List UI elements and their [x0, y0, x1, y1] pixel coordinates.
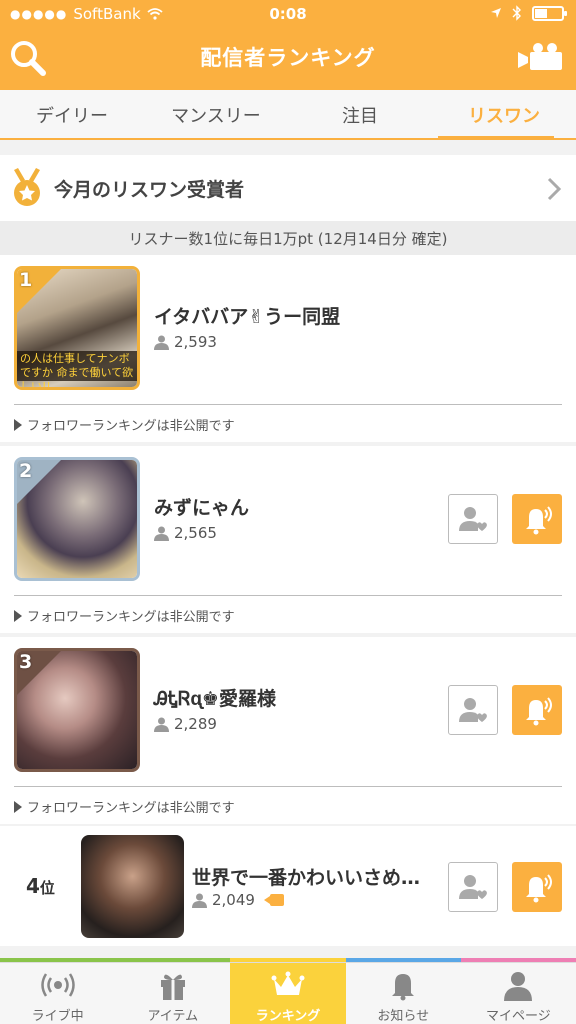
follow-note: フォロワーランキングは非公開です — [14, 404, 562, 442]
page-title: 配信者ランキング — [200, 46, 376, 70]
nav-ranking[interactable]: ランキング — [230, 963, 346, 1024]
status-bar: ●●●●● SoftBank 0:08 — [0, 0, 576, 30]
follow-note-text: フォロワーランキングは非公開です — [27, 801, 235, 816]
bell-signal-icon — [526, 874, 552, 903]
nav-label: ライブ中 — [31, 1009, 84, 1024]
friend-request-button[interactable] — [448, 494, 498, 544]
broadcaster-name: みずにゃん — [154, 497, 250, 519]
listener-count-value: 2,565 — [174, 524, 217, 542]
nav-label: ランキング — [255, 1009, 321, 1024]
ranking-card-3[interactable]: 3 ᎯᎿᏒᶐ♚愛羅様 2,289 フォロワーランキングは非公開です — [0, 637, 576, 824]
nav-mypage[interactable]: マイページ — [461, 963, 576, 1024]
gift-icon — [160, 974, 185, 1000]
bluetooth-icon — [512, 5, 521, 21]
bell-signal-icon — [526, 697, 552, 726]
person-icon — [504, 972, 533, 1001]
award-title: 今月のリスワン受賞者 — [54, 179, 245, 201]
follow-note-text: フォロワーランキングは非公開です — [27, 610, 235, 625]
triangle-icon — [14, 801, 22, 813]
notify-button[interactable] — [512, 862, 562, 912]
ranking-card-2[interactable]: 2 みずにゃん 2,565 フォロワーランキングは非公開です — [0, 446, 576, 633]
bell-signal-icon — [526, 506, 552, 535]
listener-count-value: 2,593 — [174, 333, 217, 351]
broadcaster-name: 世界で一番かわいいさめ… — [192, 867, 421, 889]
top-bar: ●●●●● SoftBank 0:08 配信者ランキング — [0, 0, 576, 90]
ranking-row-4[interactable]: 4位 世界で一番かわいいさめ… 2,049 — [0, 826, 576, 946]
tab-daily[interactable]: デイリー — [0, 90, 144, 138]
follow-note: フォロワーランキングは非公開です — [14, 786, 562, 824]
friend-request-button[interactable] — [448, 685, 498, 735]
bell-icon — [392, 974, 415, 1001]
listener-count-value: 2,049 — [212, 891, 255, 909]
nav-label: マイページ — [486, 1009, 551, 1024]
notify-button[interactable] — [512, 494, 562, 544]
rank-number: 3 — [19, 651, 33, 673]
listener-count: 2,565 — [154, 524, 217, 542]
tab-monthly[interactable]: マンスリー — [144, 90, 288, 138]
nav-items[interactable]: アイテム — [115, 963, 230, 1024]
triangle-icon — [14, 419, 22, 431]
follow-note: フォロワーランキングは非公開です — [14, 595, 562, 633]
crown-icon — [271, 971, 305, 995]
location-icon — [491, 8, 501, 18]
broadcaster-name: イタババア✌うー同盟 — [154, 306, 341, 328]
chevron-right-icon — [547, 177, 562, 201]
tab-liswan[interactable]: リスワン — [432, 90, 576, 140]
rank-suffix: 位 — [39, 879, 55, 897]
medal-icon — [14, 168, 40, 206]
monthly-award-banner[interactable]: 今月のリスワン受賞者 — [0, 155, 576, 221]
rank-number: 1 — [19, 269, 33, 291]
rank-position: 4位 — [26, 874, 55, 898]
add-friend-icon — [459, 507, 487, 531]
battery-icon — [532, 5, 567, 21]
nav-label: お知らせ — [377, 1009, 430, 1024]
nav-label: アイテム — [147, 1009, 199, 1024]
ranking-tabs: デイリー マンスリー 注目 リスワン — [0, 90, 576, 140]
bottom-navigation: ライブ中 アイテム ランキング お知らせ マイページ — [0, 962, 576, 1024]
live-camera-icon — [263, 894, 284, 906]
listener-count: 2,289 — [154, 715, 217, 733]
video-camera-icon[interactable] — [516, 40, 568, 76]
listener-count-value: 2,289 — [174, 715, 217, 733]
person-icon — [154, 526, 169, 541]
listener-count: 2,593 — [154, 333, 217, 351]
friend-request-button[interactable] — [448, 862, 498, 912]
notify-button[interactable] — [512, 685, 562, 735]
nav-notifications[interactable]: お知らせ — [346, 963, 461, 1024]
add-friend-icon — [459, 875, 487, 899]
broadcaster-name: ᎯᎿᏒᶐ♚愛羅様 — [154, 688, 276, 710]
person-icon — [192, 893, 207, 908]
ranking-card-1[interactable]: 1 の人は仕事してナンボですか 命まで働いて欲しい!! イタババア✌うー同盟 2… — [0, 255, 576, 442]
photo-caption: の人は仕事してナンボですか 命まで働いて欲しい!! — [17, 351, 137, 387]
listener-count: 2,049 — [192, 891, 284, 909]
award-notice: リスナー数1位に毎日1万pt (12月14日分 確定) — [0, 221, 576, 255]
add-friend-icon — [459, 698, 487, 722]
rank-number: 2 — [19, 460, 33, 482]
person-icon — [154, 335, 169, 350]
nav-live[interactable]: ライブ中 — [0, 963, 115, 1024]
triangle-icon — [14, 610, 22, 622]
follow-note-text: フォロワーランキングは非公開です — [27, 419, 235, 434]
person-icon — [154, 717, 169, 732]
live-broadcast-icon — [40, 973, 75, 997]
tab-featured[interactable]: 注目 — [288, 90, 432, 138]
rank-number: 4 — [26, 874, 40, 898]
avatar[interactable] — [81, 835, 184, 938]
avatar[interactable]: 1 の人は仕事してナンボですか 命まで働いて欲しい!! — [14, 266, 140, 390]
avatar[interactable]: 3 — [14, 648, 140, 772]
avatar[interactable]: 2 — [14, 457, 140, 581]
